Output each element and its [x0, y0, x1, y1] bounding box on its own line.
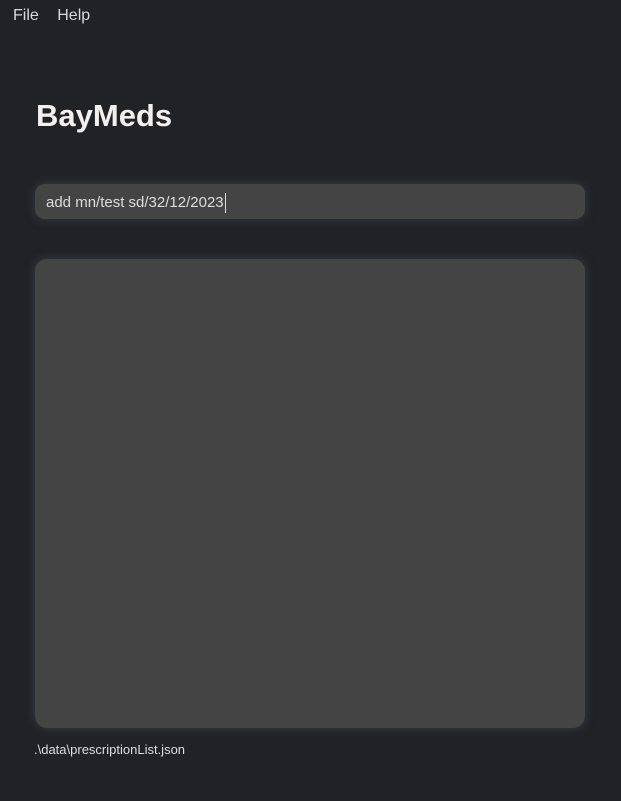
app-title: BayMeds: [36, 98, 173, 133]
status-file-path: .\data\prescriptionList.json: [34, 742, 186, 757]
command-text: add mn/test sd/32/12/2023: [46, 193, 224, 211]
result-panel: [35, 259, 585, 728]
menu-help[interactable]: Help: [57, 7, 90, 24]
command-input[interactable]: add mn/test sd/32/12/2023: [35, 184, 585, 219]
menu-file[interactable]: File: [13, 7, 39, 24]
text-cursor: [224, 193, 226, 213]
menu-bar: File Help: [13, 7, 104, 25]
